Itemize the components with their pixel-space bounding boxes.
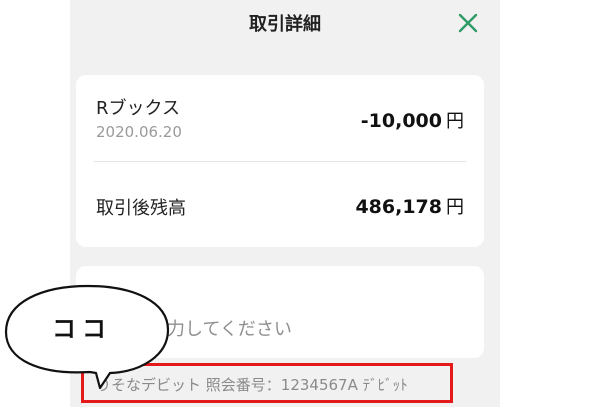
balance-amount: 486,178 円 bbox=[355, 193, 464, 219]
transaction-date: 2020.06.20 bbox=[96, 123, 182, 141]
callout-text: ココ bbox=[52, 315, 112, 343]
balance-amount-unit: 円 bbox=[446, 197, 464, 218]
close-icon[interactable] bbox=[456, 11, 480, 35]
memo-placeholder: 力してください bbox=[167, 319, 292, 340]
merchant-name: Rブックス bbox=[96, 98, 180, 119]
transaction-amount-value: -10,000 bbox=[360, 110, 442, 132]
transaction-amount: -10,000 円 bbox=[361, 107, 464, 133]
divider bbox=[94, 161, 466, 162]
transaction-amount-unit: 円 bbox=[446, 111, 464, 132]
balance-amount-value: 486,178 bbox=[355, 196, 442, 218]
page-title: 取引詳細 bbox=[249, 14, 321, 35]
balance-label: 取引後残高 bbox=[96, 198, 186, 219]
transaction-card: Rブックス 2020.06.20 -10,000 円 取引後残高 486,178 円 bbox=[76, 75, 484, 247]
